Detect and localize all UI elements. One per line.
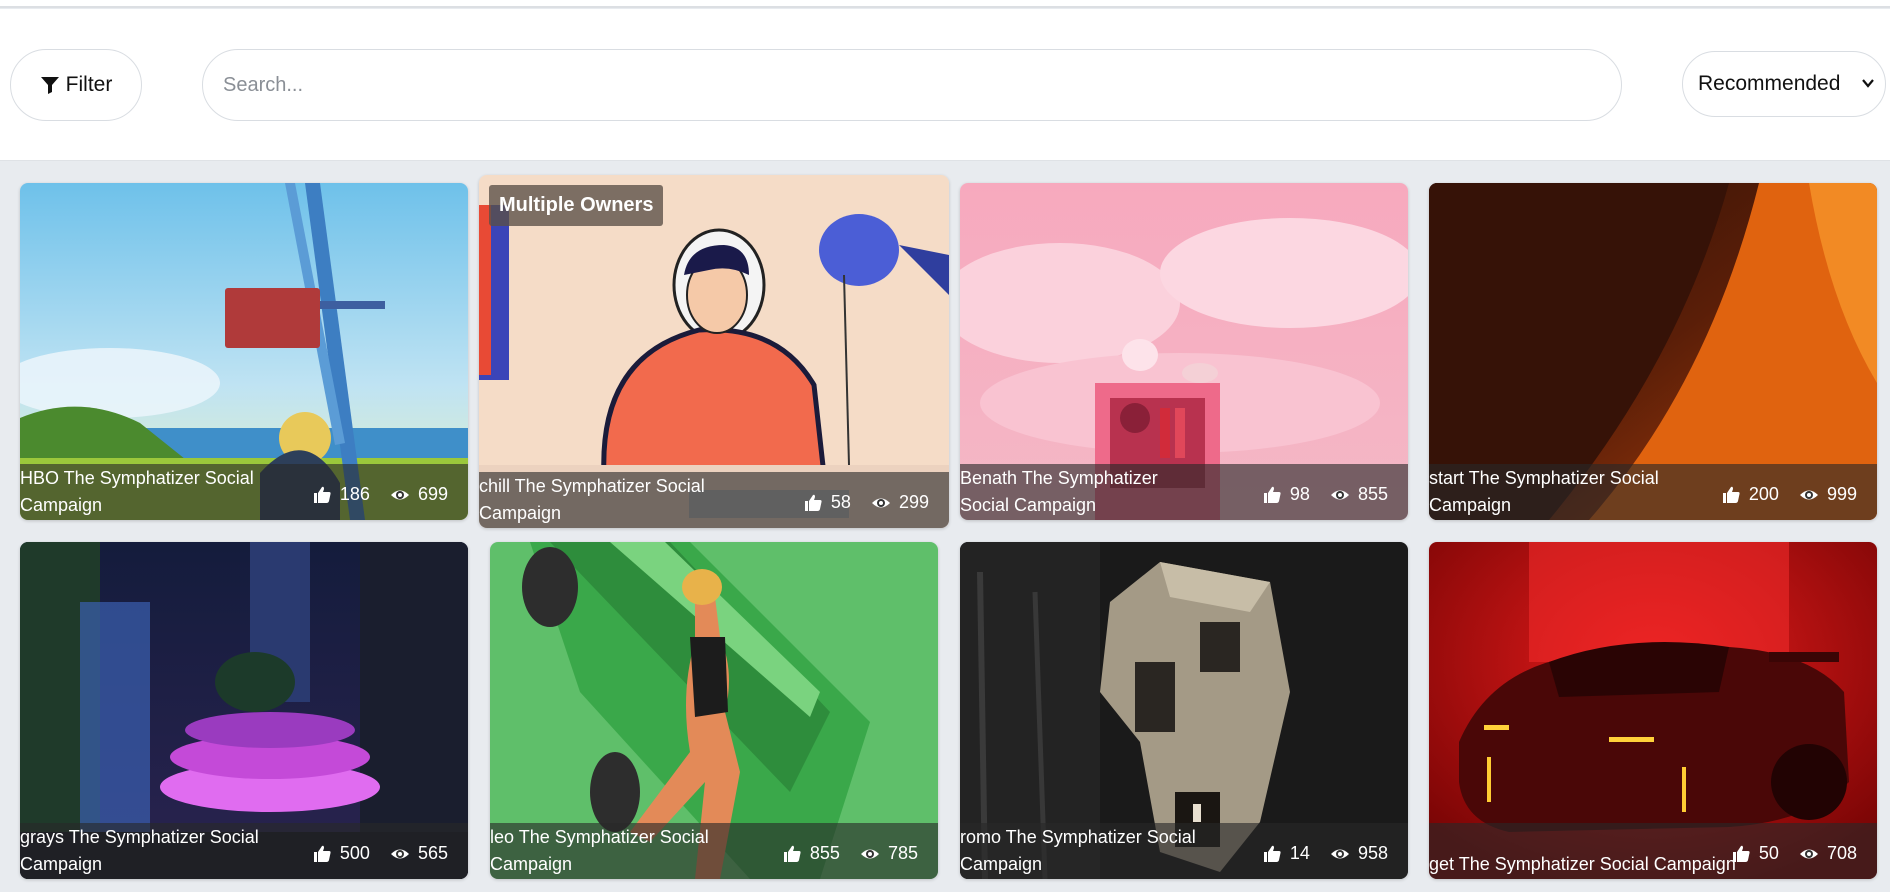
- card-stats: 500 565: [312, 843, 448, 864]
- card-stats: 58 299: [803, 492, 929, 513]
- thumbs-up-icon: [313, 845, 331, 862]
- eye-icon: [1330, 849, 1349, 858]
- likes-count: 14: [1289, 843, 1310, 863]
- project-card[interactable]: Multiple Owners chill The Symphatizer So…: [479, 175, 949, 528]
- project-card[interactable]: leo The Symphatizer Social Campaign 855 …: [490, 542, 938, 879]
- views-count: 708: [1826, 843, 1857, 863]
- likes-count: 50: [1758, 843, 1779, 863]
- eye-icon: [390, 490, 409, 499]
- card-stats: 200 999: [1721, 484, 1857, 505]
- card-title: get The Symphatizer Social Campaign: [1429, 854, 1736, 874]
- views-count: 958: [1357, 843, 1388, 863]
- project-card[interactable]: romo The Symphatizer Social Campaign 14 …: [960, 542, 1408, 879]
- views-count: 999: [1826, 484, 1857, 504]
- thumbs-up-icon: [804, 494, 822, 511]
- funnel-icon: [40, 77, 59, 94]
- card-stats: 14 958: [1262, 843, 1388, 864]
- card-stats: 98 855: [1262, 484, 1388, 505]
- toolbar: Filter Recommended: [0, 9, 1890, 161]
- eye-icon: [871, 498, 890, 507]
- card-title: HBO The Symphatizer Social Campaign: [20, 468, 254, 515]
- likes-count: 186: [339, 484, 370, 504]
- views-count: 855: [1357, 484, 1388, 504]
- thumbs-up-icon: [1263, 845, 1281, 862]
- card-title: romo The Symphatizer Social Campaign: [960, 827, 1196, 874]
- thumbs-up-icon: [1732, 845, 1750, 862]
- sort-selected-value: Recommended: [1698, 72, 1841, 95]
- project-card[interactable]: Benath The Symphatizer Social Campaign 9…: [960, 183, 1408, 520]
- top-divider: [0, 0, 1890, 8]
- views-count: 565: [417, 843, 448, 863]
- filter-label: Filter: [65, 73, 113, 96]
- thumbs-up-icon: [783, 845, 801, 862]
- eye-icon: [1799, 849, 1818, 858]
- views-count: 785: [887, 843, 918, 863]
- thumbs-up-icon: [1263, 486, 1281, 503]
- card-stats: 186 699: [312, 484, 448, 505]
- chevron-down-icon: [1862, 79, 1874, 88]
- card-stats: 855 785: [782, 843, 918, 864]
- card-title: leo The Symphatizer Social Campaign: [490, 827, 709, 874]
- card-stats: 50 708: [1731, 843, 1857, 864]
- eye-icon: [390, 849, 409, 858]
- search-input[interactable]: [202, 49, 1622, 121]
- project-card[interactable]: start The Symphatizer Social Campaign 20…: [1429, 183, 1877, 520]
- project-card[interactable]: get The Symphatizer Social Campaign 50 7…: [1429, 542, 1877, 879]
- likes-count: 500: [339, 843, 370, 863]
- card-title: Benath The Symphatizer Social Campaign: [960, 468, 1158, 515]
- card-title: chill The Symphatizer Social Campaign: [479, 476, 705, 523]
- card-title: grays The Symphatizer Social Campaign: [20, 827, 259, 874]
- ownership-badge: Multiple Owners: [489, 185, 664, 226]
- eye-icon: [1330, 490, 1349, 499]
- card-title: start The Symphatizer Social Campaign: [1429, 468, 1659, 515]
- views-count: 699: [417, 484, 448, 504]
- views-count: 299: [898, 492, 929, 512]
- thumbs-up-icon: [313, 486, 331, 503]
- eye-icon: [1799, 490, 1818, 499]
- likes-count: 200: [1748, 484, 1779, 504]
- sort-select[interactable]: Recommended: [1682, 51, 1886, 117]
- likes-count: 855: [809, 843, 840, 863]
- project-card[interactable]: grays The Symphatizer Social Campaign 50…: [20, 542, 468, 879]
- likes-count: 58: [830, 492, 851, 512]
- thumbs-up-icon: [1722, 486, 1740, 503]
- filter-button[interactable]: Filter: [10, 49, 142, 121]
- eye-icon: [860, 849, 879, 858]
- project-card[interactable]: HBO The Symphatizer Social Campaign 186 …: [20, 183, 468, 520]
- likes-count: 98: [1289, 484, 1310, 504]
